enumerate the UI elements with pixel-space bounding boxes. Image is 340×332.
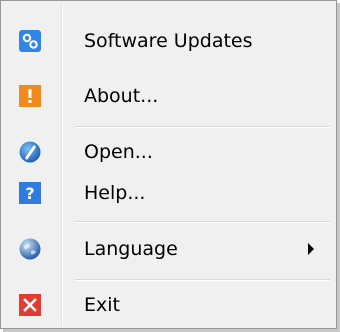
- menu-item-exit[interactable]: Exit: [3, 283, 334, 327]
- menu-item-help[interactable]: ? Help...: [3, 171, 334, 215]
- exit-icon: [19, 294, 41, 316]
- menu-separator: [75, 279, 330, 281]
- menu-item-label: Language: [84, 238, 178, 260]
- menu-item-about[interactable]: About...: [3, 74, 334, 118]
- about-warning-icon: [19, 85, 41, 107]
- menu-item-label: About...: [84, 85, 159, 107]
- menu-item-label: Help...: [84, 182, 146, 204]
- submenu-arrow-icon: [308, 243, 314, 255]
- menu-item-label: Software Updates: [84, 30, 253, 52]
- menu-separator: [75, 126, 330, 128]
- menu-item-language[interactable]: Language: [3, 227, 334, 271]
- menu-item-label: Exit: [84, 294, 120, 316]
- menu-item-label: Open...: [84, 141, 153, 163]
- open-icon: [19, 141, 41, 163]
- menu-separator: [75, 221, 330, 223]
- globe-icon: [19, 238, 41, 260]
- menu-item-software-updates[interactable]: Software Updates: [3, 19, 334, 63]
- help-icon: ?: [19, 182, 41, 204]
- software-updates-icon: [19, 30, 41, 52]
- context-menu: Software Updates About... Open... ? Help…: [0, 0, 337, 329]
- svg-text:?: ?: [25, 184, 34, 203]
- menu-item-open[interactable]: Open...: [3, 130, 334, 174]
